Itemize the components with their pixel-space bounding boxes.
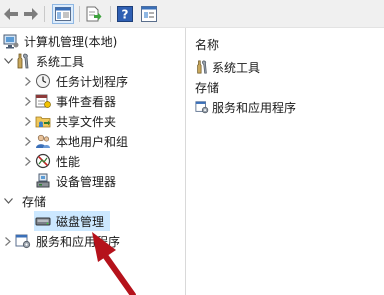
list-item-label: 系统工具 [212, 60, 261, 75]
tools-icon [195, 58, 209, 76]
show-hide-tree-button[interactable] [52, 4, 74, 24]
export-list-button[interactable] [84, 4, 104, 24]
tree-item-shared-folders[interactable]: 共享文件夹 [22, 111, 116, 131]
device-manager-icon [34, 172, 52, 190]
tree-label: 事件查看器 [56, 94, 117, 109]
toolbar-separator [44, 6, 45, 22]
storage-icon [14, 192, 20, 210]
users-icon [34, 132, 52, 150]
properties-button[interactable] [139, 4, 159, 24]
tree-label: 共享文件夹 [56, 114, 117, 129]
tree-item-disk-management[interactable]: 磁盘管理 [34, 211, 111, 231]
tree-label: 磁盘管理 [56, 214, 105, 229]
tree-label: 服务和应用程序 [36, 234, 121, 249]
expand-chevron-icon[interactable] [22, 111, 34, 131]
list-item-label: 存储 [195, 80, 220, 95]
tree-item-computer-management[interactable]: 计算机管理(本地) [2, 31, 117, 51]
services-applications-icon [195, 98, 209, 116]
collapse-chevron-icon[interactable] [2, 191, 14, 211]
tree-label: 系统工具 [36, 54, 85, 69]
back-arrow-icon [4, 8, 18, 20]
tree-item-task-scheduler[interactable]: 任务计划程序 [22, 71, 128, 91]
expand-chevron-icon[interactable] [22, 71, 34, 91]
list-item-services-applications[interactable]: 服务和应用程序 [195, 98, 296, 116]
collapse-chevron-icon[interactable] [2, 51, 14, 71]
tools-icon [14, 52, 32, 70]
tree-label: 设备管理器 [56, 174, 117, 189]
tree-item-services-applications[interactable]: 服务和应用程序 [2, 231, 120, 251]
list-item-label: 服务和应用程序 [212, 100, 297, 115]
expand-chevron-icon[interactable] [22, 151, 34, 171]
expand-chevron-icon[interactable] [22, 131, 34, 151]
back-button[interactable] [2, 4, 20, 24]
event-viewer-icon [34, 92, 52, 110]
name-column-header[interactable]: 名称 [195, 36, 219, 53]
clock-icon [34, 72, 52, 90]
computer-management-icon [2, 32, 20, 50]
console-tree-icon [55, 7, 71, 21]
export-list-icon [86, 6, 102, 22]
console-tree: 计算机管理(本地) 系统工具 任务计划程序 事件查看器 共享文件夹 本地用户和组… [0, 28, 186, 295]
results-pane: 名称 系统工具 存储 服务和应用程序 [187, 28, 384, 295]
list-item-system-tools[interactable]: 系统工具 [195, 58, 260, 76]
tree-label: 本地用户和组 [56, 134, 129, 149]
expand-chevron-icon[interactable] [22, 91, 34, 111]
tree-item-local-users-groups[interactable]: 本地用户和组 [22, 131, 128, 151]
tree-item-storage[interactable]: 存储 [2, 191, 46, 211]
tree-label: 计算机管理(本地) [24, 34, 118, 49]
list-item-storage[interactable]: 存储 [195, 78, 219, 96]
properties-icon [141, 6, 157, 22]
tree-item-event-viewer[interactable]: 事件查看器 [22, 91, 116, 111]
shared-folder-icon [34, 112, 52, 130]
forward-button[interactable] [22, 4, 40, 24]
tree-item-system-tools[interactable]: 系统工具 [2, 51, 84, 71]
help-icon: ? [117, 6, 133, 22]
performance-icon [34, 152, 52, 170]
tree-item-performance[interactable]: 性能 [22, 151, 80, 171]
help-button[interactable]: ? [116, 4, 134, 24]
expand-chevron-icon[interactable] [2, 231, 14, 251]
disk-drive-icon [34, 212, 52, 230]
tree-label: 存储 [22, 194, 47, 209]
forward-arrow-icon [24, 8, 38, 20]
toolbar: ? [0, 0, 384, 28]
tree-label: 性能 [56, 154, 81, 169]
services-applications-icon [14, 232, 32, 250]
tree-item-device-manager[interactable]: 设备管理器 [34, 171, 116, 191]
toolbar-separator [79, 6, 80, 22]
help-glyph: ? [122, 8, 129, 22]
toolbar-separator [110, 6, 111, 22]
tree-label: 任务计划程序 [56, 74, 129, 89]
